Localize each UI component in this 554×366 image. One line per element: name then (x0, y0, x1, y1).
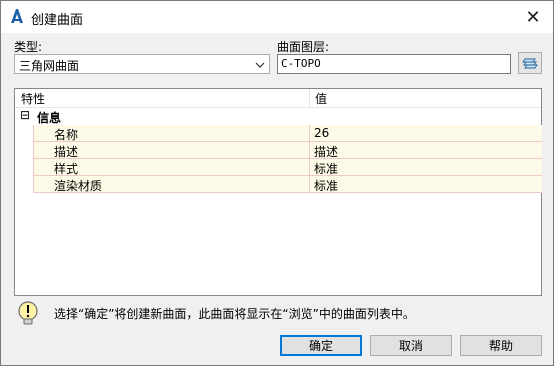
property-value-cell[interactable]: 描述 (309, 142, 542, 159)
ok-button-label: 确定 (308, 339, 333, 353)
header-property: 特性 (21, 92, 46, 106)
layer-picker-button[interactable] (518, 52, 542, 74)
property-name-cell: 名称 (33, 125, 310, 142)
help-button[interactable]: 帮助 (460, 335, 542, 356)
layer-field[interactable]: C-TOPO (277, 54, 511, 74)
type-select[interactable]: 三角网曲面 (14, 54, 270, 74)
row-indent (15, 142, 33, 159)
row-indent (15, 176, 33, 193)
close-button[interactable]: ✕ (513, 1, 553, 33)
info-message: 选择“确定”将创建新曲面，此曲面将显示在“浏览”中的曲面列表中。 (54, 307, 415, 321)
property-name: 描述 (54, 145, 79, 159)
layers-icon (522, 58, 538, 69)
layer-field-value: C-TOPO (281, 57, 321, 70)
property-value: 标准 (314, 179, 339, 193)
cancel-button-label: 取消 (398, 339, 423, 353)
property-value: 标准 (314, 162, 339, 176)
type-label: 类型: (14, 40, 43, 54)
property-value-cell[interactable]: 标准 (309, 159, 542, 176)
property-name-cell: 渲染材质 (33, 176, 310, 193)
property-grid[interactable]: 特性 值 ⊟ 信息 名称 26 描述 描述 样式 标准 渲染材质 标准 (14, 88, 542, 296)
property-name: 渲染材质 (54, 179, 103, 193)
property-value-cell[interactable]: 26 (309, 125, 542, 142)
property-value: 描述 (314, 145, 339, 159)
table-row[interactable]: 渲染材质 标准 (15, 176, 542, 193)
create-surface-dialog: 创建曲面 ✕ 类型: 三角网曲面 曲面图层: C-TOPO 特性 值 ⊟ 信息 (0, 0, 554, 366)
autocad-a-icon (11, 9, 23, 23)
lightbulb-info-icon (18, 301, 38, 325)
category-label: 信息 (37, 111, 62, 125)
ok-button[interactable]: 确定 (280, 335, 362, 356)
help-button-label: 帮助 (488, 339, 513, 353)
row-indent (15, 125, 33, 142)
property-value-cell[interactable]: 标准 (309, 176, 542, 193)
property-value: 26 (314, 126, 330, 140)
table-row[interactable]: 描述 描述 (15, 142, 542, 159)
property-name: 名称 (54, 128, 79, 142)
property-name: 样式 (54, 162, 79, 176)
cancel-button[interactable]: 取消 (370, 335, 452, 356)
chevron-down-icon (255, 62, 265, 68)
grid-header: 特性 值 (15, 89, 541, 108)
title-bar: 创建曲面 ✕ (1, 1, 553, 33)
window-title: 创建曲面 (31, 13, 84, 28)
property-name-cell: 描述 (33, 142, 310, 159)
property-name-cell: 样式 (33, 159, 310, 176)
layer-label: 曲面图层: (277, 40, 330, 54)
collapse-icon[interactable]: ⊟ (20, 109, 30, 121)
close-icon: ✕ (525, 6, 541, 28)
table-row[interactable]: 名称 26 (15, 125, 542, 142)
header-divider (309, 89, 310, 107)
category-row-info[interactable]: ⊟ 信息 (15, 108, 541, 125)
row-indent (15, 159, 33, 176)
header-value: 值 (315, 92, 328, 106)
type-select-value: 三角网曲面 (19, 59, 80, 73)
table-row[interactable]: 样式 标准 (15, 159, 542, 176)
